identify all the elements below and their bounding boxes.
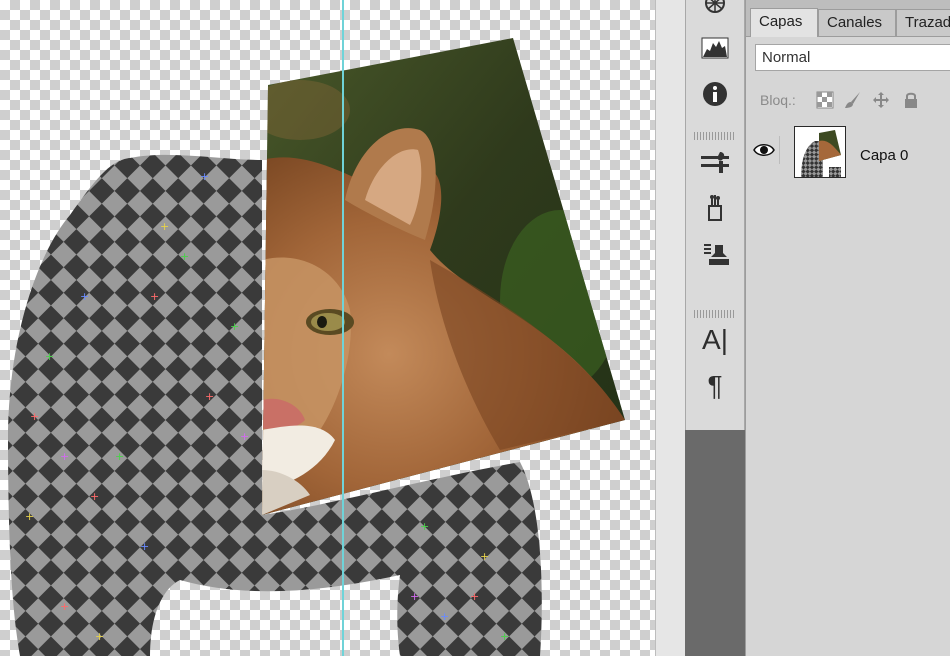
svg-text:+: + — [470, 590, 479, 603]
navigator-icon[interactable] — [693, 0, 737, 22]
layers-panel: Capas Canales Trazados Normal Bloq.: — [745, 0, 950, 656]
dock-grip[interactable] — [694, 132, 736, 140]
svg-text:+: + — [420, 520, 429, 533]
paragraph-icon[interactable]: ¶ — [693, 366, 737, 406]
lock-label: Bloq.: — [760, 92, 796, 108]
lock-image-pixels-icon[interactable] — [844, 91, 862, 109]
tab-channels[interactable]: Canales — [818, 9, 896, 36]
lock-position-icon[interactable] — [872, 91, 890, 109]
svg-text:+: + — [205, 390, 214, 403]
svg-text:+: + — [160, 220, 169, 233]
dock-grip[interactable] — [694, 310, 736, 318]
layer-visibility-eye-icon[interactable] — [753, 136, 780, 164]
info-icon[interactable] — [693, 74, 737, 114]
svg-text:+: + — [200, 170, 209, 183]
collapsed-panel-dock: A| ¶ — [685, 0, 745, 656]
svg-text:+: + — [230, 320, 239, 333]
svg-text:+: + — [140, 540, 149, 553]
svg-text:+: + — [440, 610, 449, 623]
dock-group-2 — [685, 128, 745, 306]
layer-thumbnail[interactable] — [794, 126, 846, 178]
warped-photo-layer[interactable] — [250, 30, 640, 530]
lock-all-icon[interactable] — [902, 91, 920, 109]
paragraph-glyph: ¶ — [707, 370, 723, 401]
tool-presets-icon[interactable] — [693, 188, 737, 228]
document-canvas[interactable]: + + + + + + + + + + + + + + + + + + + + + + + — [0, 0, 655, 656]
svg-text:+: + — [90, 490, 99, 503]
histogram-icon[interactable] — [693, 28, 737, 68]
lock-transparent-pixels-icon[interactable] — [816, 91, 834, 109]
brushes-icon[interactable] — [693, 142, 737, 182]
clone-source-icon[interactable] — [693, 234, 737, 274]
dock-group-3: A| ¶ — [685, 306, 745, 430]
svg-text:+: + — [45, 350, 54, 363]
svg-text:+: + — [60, 600, 69, 613]
tab-paths[interactable]: Trazados — [896, 9, 950, 36]
layer-name[interactable]: Capa 0 — [860, 147, 908, 164]
canvas-artwork: + + + + + + + + + + + + + + + + + + + + + + + — [8, 0, 640, 656]
svg-text:+: + — [180, 250, 189, 263]
svg-text:+: + — [60, 450, 69, 463]
svg-text:+: + — [80, 290, 89, 303]
panel-tab-bar: Capas Canales Trazados — [746, 0, 950, 37]
layer-row-capa-0[interactable]: Capa 0 — [746, 118, 950, 188]
svg-text:+: + — [150, 290, 159, 303]
canvas-border — [655, 0, 686, 656]
blend-mode-select[interactable]: Normal — [755, 44, 950, 71]
svg-text:+: + — [30, 410, 39, 423]
svg-text:+: + — [500, 630, 509, 643]
svg-text:+: + — [95, 630, 104, 643]
character-glyph: A| — [702, 324, 728, 355]
svg-text:+: + — [480, 550, 489, 563]
svg-text:+: + — [25, 510, 34, 523]
svg-text:+: + — [115, 450, 124, 463]
svg-text:+: + — [240, 430, 249, 443]
dock-group-1 — [685, 0, 745, 128]
tab-layers[interactable]: Capas — [750, 8, 818, 37]
lock-row: Bloq.: — [746, 84, 950, 119]
character-icon[interactable]: A| — [693, 320, 737, 360]
svg-text:+: + — [410, 590, 419, 603]
